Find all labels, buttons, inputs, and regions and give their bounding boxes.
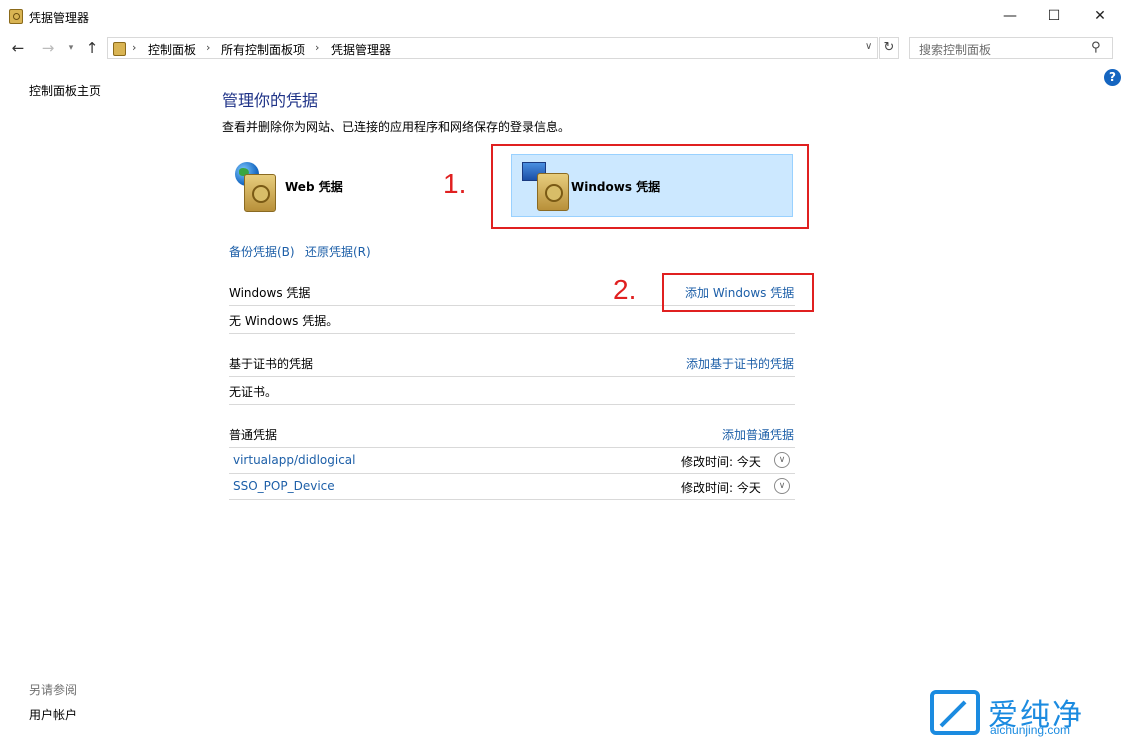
expand-chevron-icon[interactable]: ∨ [774,452,790,468]
window-title: 凭据管理器 [29,11,90,25]
maximize-button[interactable]: ☐ [1031,0,1077,32]
close-button[interactable]: ✕ [1077,0,1123,32]
control-panel-home-link[interactable]: 控制面板主页 [29,82,101,99]
credential-name[interactable]: virtualapp/didlogical [233,453,355,467]
vault-icon [244,174,276,212]
modified-time: 修改时间: 今天 [681,481,761,495]
generic-credentials-heading: 普通凭据 [229,428,278,442]
address-bar[interactable]: › 控制面板 › 所有控制面板项 › 凭据管理器 ∨ [107,37,878,59]
windows-credentials-empty-text: 无 Windows 凭据。 [229,314,339,328]
list-item[interactable]: virtualapp/didlogical 修改时间: 今天 ∨ [229,448,795,473]
refresh-icon[interactable]: ↻ [879,37,899,59]
web-credentials-tile[interactable]: Web 凭据 [232,160,382,216]
divider [229,404,795,405]
search-placeholder: 搜索控制面板 [919,43,992,57]
breadcrumb-separator-icon[interactable]: › [315,41,319,54]
search-icon[interactable]: ⚲ [1091,40,1101,55]
annotation-box-step-2 [662,273,814,312]
certificate-credentials-heading: 基于证书的凭据 [229,357,314,371]
page-title: 管理你的凭据 [222,91,319,110]
breadcrumb-credential-manager[interactable]: 凭据管理器 [331,41,391,58]
forward-arrow-icon[interactable]: → [38,38,58,58]
annotation-box-step-1 [491,144,809,229]
restore-credentials-link[interactable]: 还原凭据(R) [305,243,371,260]
search-input[interactable]: 搜索控制面板 ⚲ [909,37,1113,59]
back-arrow-icon[interactable]: ← [8,38,28,58]
divider [229,499,795,500]
annotation-step-1: 1. [443,168,467,199]
divider [229,333,795,334]
watermark-url: aichunjing.com [990,723,1071,737]
control-panel-icon [113,42,126,56]
windows-credentials-heading: Windows 凭据 [229,286,311,300]
watermark: 爱纯净 aichunjing.com [930,690,1120,740]
breadcrumb-separator-icon: › [132,41,137,54]
divider [229,376,795,377]
minimize-button[interactable]: — [987,0,1033,32]
user-accounts-link[interactable]: 用户帐户 [29,706,77,723]
help-icon[interactable]: ? [1104,69,1121,86]
recent-locations-chevron-icon[interactable]: ▾ [64,38,78,58]
credential-manager-icon [9,9,23,24]
breadcrumb-all-items[interactable]: 所有控制面板项 [221,41,305,58]
add-generic-credential-link[interactable]: 添加普通凭据 [722,426,794,443]
list-item[interactable]: SSO_POP_Device 修改时间: 今天 ∨ [229,474,795,499]
backup-credentials-link[interactable]: 备份凭据(B) [229,243,295,260]
address-dropdown-chevron-icon[interactable]: ∨ [865,41,872,52]
modified-time: 修改时间: 今天 [681,455,761,469]
up-arrow-icon[interactable]: ↑ [82,38,102,58]
breadcrumb-separator-icon[interactable]: › [206,41,210,54]
breadcrumb-control-panel[interactable]: 控制面板 [148,41,196,58]
watermark-logo-icon [930,690,980,735]
expand-chevron-icon[interactable]: ∨ [774,478,790,494]
page-description: 查看并删除你为网站、已连接的应用程序和网络保存的登录信息。 [222,120,571,134]
title-bar: 凭据管理器 — ☐ ✕ [0,0,1123,32]
web-credentials-label: Web 凭据 [285,180,343,194]
annotation-step-2: 2. [613,274,637,305]
certificate-empty-text: 无证书。 [229,385,278,399]
credential-name[interactable]: SSO_POP_Device [233,479,335,493]
add-certificate-credential-link[interactable]: 添加基于证书的凭据 [686,355,794,372]
see-also-label: 另请参阅 [29,683,78,697]
